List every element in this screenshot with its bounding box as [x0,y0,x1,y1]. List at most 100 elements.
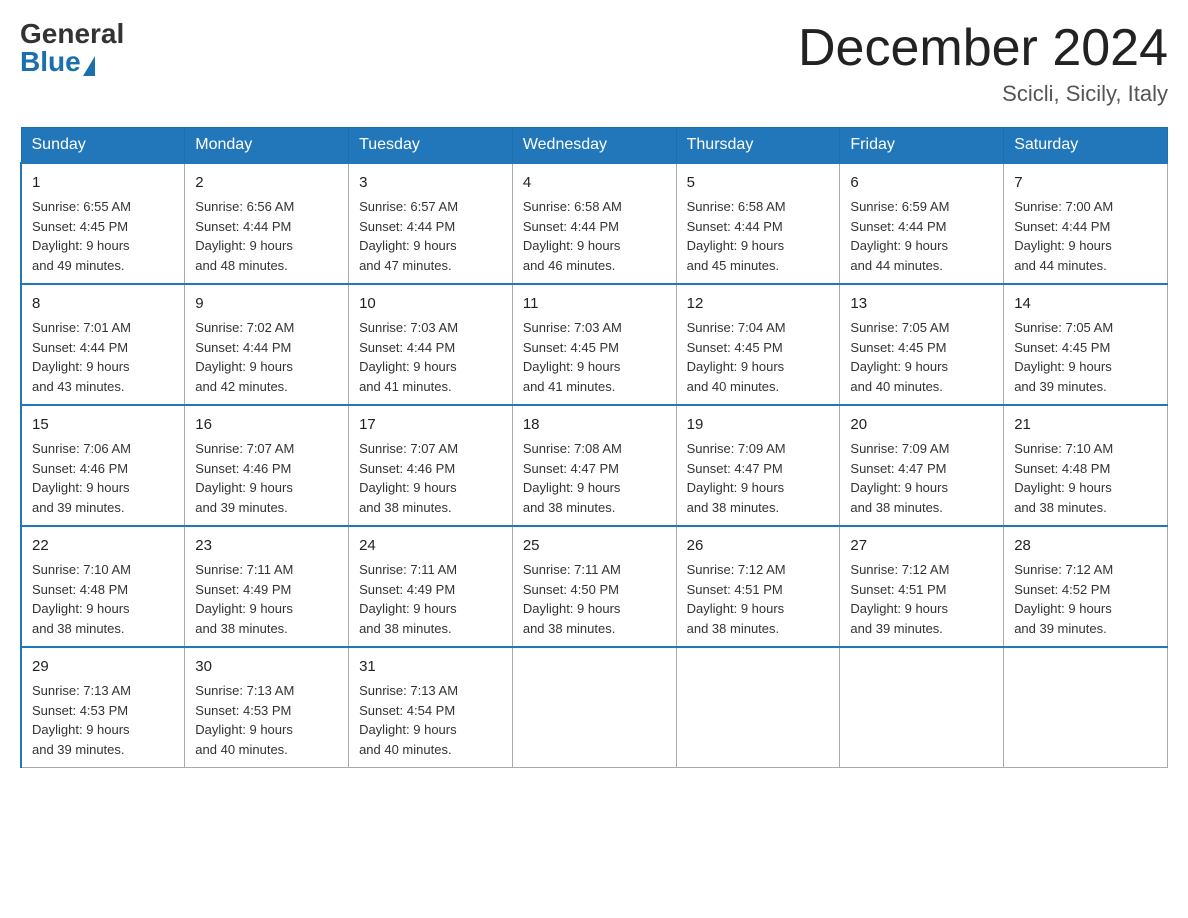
day-info: Sunrise: 7:07 AMSunset: 4:46 PMDaylight:… [359,441,458,515]
day-number: 22 [32,535,174,557]
day-info: Sunrise: 7:01 AMSunset: 4:44 PMDaylight:… [32,320,131,394]
day-info: Sunrise: 7:11 AMSunset: 4:50 PMDaylight:… [523,562,621,636]
day-number: 8 [32,293,174,315]
title-section: December 2024 Scicli, Sicily, Italy [798,20,1168,107]
day-number: 21 [1014,414,1157,436]
table-row: 18Sunrise: 7:08 AMSunset: 4:47 PMDayligh… [512,405,676,526]
table-row: 3 Sunrise: 6:57 AMSunset: 4:44 PMDaylight… [349,163,513,284]
logo-triangle-icon [83,56,95,76]
week-row-2: 8 Sunrise: 7:01 AMSunset: 4:44 PMDaylight… [21,284,1168,405]
week-row-3: 15Sunrise: 7:06 AMSunset: 4:46 PMDayligh… [21,405,1168,526]
month-title: December 2024 [798,20,1168,77]
table-row: 24Sunrise: 7:11 AMSunset: 4:49 PMDayligh… [349,526,513,647]
day-info: Sunrise: 6:58 AMSunset: 4:44 PMDaylight:… [687,199,786,273]
day-info: Sunrise: 7:10 AMSunset: 4:48 PMDaylight:… [32,562,131,636]
table-row [1004,647,1168,768]
day-number: 27 [850,535,993,557]
day-number: 23 [195,535,338,557]
table-row: 30Sunrise: 7:13 AMSunset: 4:53 PMDayligh… [185,647,349,768]
day-number: 29 [32,656,174,678]
day-info: Sunrise: 7:12 AMSunset: 4:52 PMDaylight:… [1014,562,1113,636]
day-number: 15 [32,414,174,436]
table-row: 2 Sunrise: 6:56 AMSunset: 4:44 PMDaylight… [185,163,349,284]
location: Scicli, Sicily, Italy [798,81,1168,107]
day-number: 14 [1014,293,1157,315]
day-number: 3 [359,172,502,194]
day-number: 25 [523,535,666,557]
table-row: 28 Sunrise: 7:12 AMSunset: 4:52 PMDayligh… [1004,526,1168,647]
calendar-header: SundayMondayTuesdayWednesdayThursdayFrid… [21,128,1168,164]
table-row: 4 Sunrise: 6:58 AMSunset: 4:44 PMDaylight… [512,163,676,284]
week-row-4: 22 Sunrise: 7:10 AMSunset: 4:48 PMDayligh… [21,526,1168,647]
table-row: 19Sunrise: 7:09 AMSunset: 4:47 PMDayligh… [676,405,840,526]
table-row: 11Sunrise: 7:03 AMSunset: 4:45 PMDayligh… [512,284,676,405]
day-number: 12 [687,293,830,315]
table-row: 31 Sunrise: 7:13 AMSunset: 4:54 PMDayligh… [349,647,513,768]
table-row: 26 Sunrise: 7:12 AMSunset: 4:51 PMDayligh… [676,526,840,647]
table-row: 12 Sunrise: 7:04 AMSunset: 4:45 PMDayligh… [676,284,840,405]
table-row: 21 Sunrise: 7:10 AMSunset: 4:48 PMDayligh… [1004,405,1168,526]
day-info: Sunrise: 7:11 AMSunset: 4:49 PMDaylight:… [195,562,293,636]
day-info: Sunrise: 7:02 AMSunset: 4:44 PMDaylight:… [195,320,294,394]
day-info: Sunrise: 7:13 AMSunset: 4:53 PMDaylight:… [32,683,131,757]
table-row [840,647,1004,768]
day-number: 6 [850,172,993,194]
table-row: 29 Sunrise: 7:13 AMSunset: 4:53 PMDayligh… [21,647,185,768]
day-info: Sunrise: 7:13 AMSunset: 4:54 PMDaylight:… [359,683,458,757]
table-row: 5 Sunrise: 6:58 AMSunset: 4:44 PMDaylight… [676,163,840,284]
day-info: Sunrise: 7:04 AMSunset: 4:45 PMDaylight:… [687,320,786,394]
table-row: 22 Sunrise: 7:10 AMSunset: 4:48 PMDayligh… [21,526,185,647]
logo-row: Blue [20,48,124,76]
day-info: Sunrise: 7:09 AMSunset: 4:47 PMDaylight:… [850,441,949,515]
day-info: Sunrise: 6:58 AMSunset: 4:44 PMDaylight:… [523,199,622,273]
table-row: 23 Sunrise: 7:11 AMSunset: 4:49 PMDayligh… [185,526,349,647]
header-row: SundayMondayTuesdayWednesdayThursdayFrid… [21,128,1168,164]
day-number: 4 [523,172,666,194]
day-number: 2 [195,172,338,194]
day-info: Sunrise: 7:12 AMSunset: 4:51 PMDaylight:… [687,562,786,636]
day-number: 24 [359,535,502,557]
day-number: 13 [850,293,993,315]
header-friday: Friday [840,128,1004,164]
table-row: 13 Sunrise: 7:05 AMSunset: 4:45 PMDayligh… [840,284,1004,405]
table-row: 6Sunrise: 6:59 AMSunset: 4:44 PMDaylight… [840,163,1004,284]
table-row [512,647,676,768]
logo-general: General [20,20,124,48]
day-number: 5 [687,172,830,194]
logo-text: General Blue [20,20,124,76]
day-number: 10 [359,293,502,315]
table-row: 1 Sunrise: 6:55 AMSunset: 4:45 PMDaylight… [21,163,185,284]
day-number: 30 [195,656,338,678]
table-row: 15Sunrise: 7:06 AMSunset: 4:46 PMDayligh… [21,405,185,526]
day-info: Sunrise: 7:05 AMSunset: 4:45 PMDaylight:… [850,320,949,394]
table-row: 7Sunrise: 7:00 AMSunset: 4:44 PMDaylight… [1004,163,1168,284]
day-info: Sunrise: 7:09 AMSunset: 4:47 PMDaylight:… [687,441,786,515]
day-number: 31 [359,656,502,678]
day-number: 26 [687,535,830,557]
table-row: 16 Sunrise: 7:07 AMSunset: 4:46 PMDayligh… [185,405,349,526]
header-monday: Monday [185,128,349,164]
day-number: 1 [32,172,174,194]
day-info: Sunrise: 6:56 AMSunset: 4:44 PMDaylight:… [195,199,294,273]
day-info: Sunrise: 7:12 AMSunset: 4:51 PMDaylight:… [850,562,949,636]
day-info: Sunrise: 6:55 AMSunset: 4:45 PMDaylight:… [32,199,131,273]
logo-blue: Blue [20,48,81,76]
day-number: 17 [359,414,502,436]
day-number: 20 [850,414,993,436]
day-info: Sunrise: 6:57 AMSunset: 4:44 PMDaylight:… [359,199,458,273]
table-row: 10 Sunrise: 7:03 AMSunset: 4:44 PMDayligh… [349,284,513,405]
table-row: 8 Sunrise: 7:01 AMSunset: 4:44 PMDaylight… [21,284,185,405]
header-tuesday: Tuesday [349,128,513,164]
day-info: Sunrise: 7:10 AMSunset: 4:48 PMDaylight:… [1014,441,1113,515]
day-number: 7 [1014,172,1157,194]
table-row: 27 Sunrise: 7:12 AMSunset: 4:51 PMDayligh… [840,526,1004,647]
week-row-5: 29 Sunrise: 7:13 AMSunset: 4:53 PMDayligh… [21,647,1168,768]
table-row: 20 Sunrise: 7:09 AMSunset: 4:47 PMDayligh… [840,405,1004,526]
day-info: Sunrise: 7:07 AMSunset: 4:46 PMDaylight:… [195,441,294,515]
day-info: Sunrise: 7:05 AMSunset: 4:45 PMDaylight:… [1014,320,1113,394]
day-number: 28 [1014,535,1157,557]
day-info: Sunrise: 7:03 AMSunset: 4:44 PMDaylight:… [359,320,458,394]
day-number: 16 [195,414,338,436]
table-row: 9Sunrise: 7:02 AMSunset: 4:44 PMDaylight… [185,284,349,405]
table-row: 17 Sunrise: 7:07 AMSunset: 4:46 PMDayligh… [349,405,513,526]
